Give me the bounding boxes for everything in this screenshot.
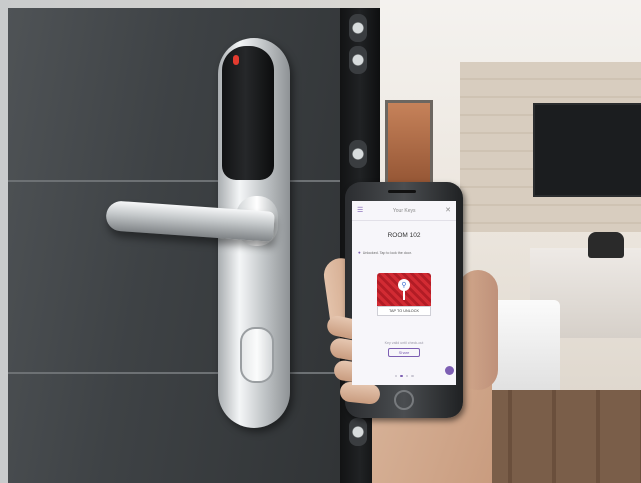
card-reader [222, 46, 274, 180]
phone-home-button[interactable] [394, 390, 414, 410]
door-panel [8, 8, 372, 483]
television [533, 103, 641, 197]
latch-hole [349, 46, 367, 74]
status-text: Unlocked. Tap to lock the door. [362, 251, 412, 256]
action-button[interactable] [445, 366, 454, 375]
page-dot-active[interactable] [400, 374, 403, 378]
share-button[interactable]: Share [388, 348, 420, 357]
door-groove [8, 180, 372, 182]
page-dot[interactable] [394, 374, 397, 378]
status-row: ● Unlocked. Tap to lock the door. [358, 250, 450, 256]
unlock-icon: ● [358, 250, 361, 255]
page-dot[interactable] [411, 374, 414, 378]
latch-hole [349, 418, 367, 446]
page-dot[interactable] [405, 374, 408, 378]
phone-speaker [388, 190, 416, 193]
app-title: Your Keys [392, 207, 416, 214]
page-indicator [352, 367, 456, 385]
kettle [588, 232, 624, 258]
reader-led [233, 55, 239, 65]
key-icon: ⚲ [401, 281, 407, 289]
hotel-door-scene: ☰ Your Keys ✕ ROOM 102 ● Unlocked. Tap t… [0, 0, 641, 483]
key-validity-text: Key valid until check-out [384, 341, 424, 345]
room-title: ROOM 102 [387, 232, 421, 239]
key-pin [403, 290, 405, 300]
app-bar: ☰ Your Keys ✕ [352, 201, 456, 221]
tap-to-unlock-button[interactable]: TAP TO UNLOCK [377, 306, 431, 316]
close-icon[interactable]: ✕ [445, 207, 451, 214]
door-groove [8, 372, 372, 374]
phone-screen: ☰ Your Keys ✕ ROOM 102 ● Unlocked. Tap t… [352, 201, 456, 385]
latch-hole [349, 140, 367, 168]
hand-palm [458, 270, 498, 390]
key-cylinder [240, 327, 274, 383]
latch-hole [349, 14, 367, 42]
